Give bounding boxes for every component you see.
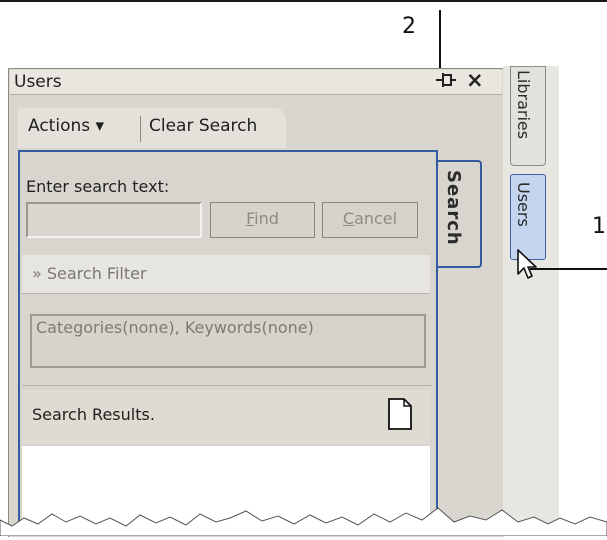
callout-2-line <box>439 10 441 76</box>
search-filter-label[interactable]: » Search Filter <box>32 264 147 283</box>
document-icon[interactable] <box>387 398 413 434</box>
actions-dropdown[interactable]: Actions ▾ <box>28 116 104 136</box>
top-border <box>0 0 607 2</box>
tab-users-label[interactable]: Users <box>514 182 533 227</box>
clear-search-button[interactable]: Clear Search <box>149 116 257 136</box>
mouse-cursor-icon <box>516 248 540 286</box>
callout-1-line <box>530 268 607 270</box>
torn-edge <box>0 496 607 540</box>
search-input[interactable] <box>26 202 202 238</box>
categories-keywords-text: Categories(none), Keywords(none) <box>36 318 314 337</box>
enter-search-label: Enter search text: <box>26 177 170 196</box>
search-results-label: Search Results. <box>32 405 155 424</box>
tab-libraries-label[interactable]: Libraries <box>514 70 533 139</box>
cancel-button[interactable]: Cancel <box>322 202 418 238</box>
toolbar-separator <box>140 116 141 142</box>
tab-search-label[interactable]: Search <box>443 170 464 246</box>
close-icon[interactable]: × <box>466 68 484 92</box>
divider <box>22 385 432 386</box>
callout-number-1: 1 <box>592 214 606 239</box>
callout-number-2: 2 <box>402 14 416 39</box>
find-button[interactable]: Find <box>210 202 315 238</box>
panel-titlebar <box>10 70 502 95</box>
panel-title: Users <box>14 72 62 92</box>
pin-icon[interactable] <box>434 71 460 94</box>
